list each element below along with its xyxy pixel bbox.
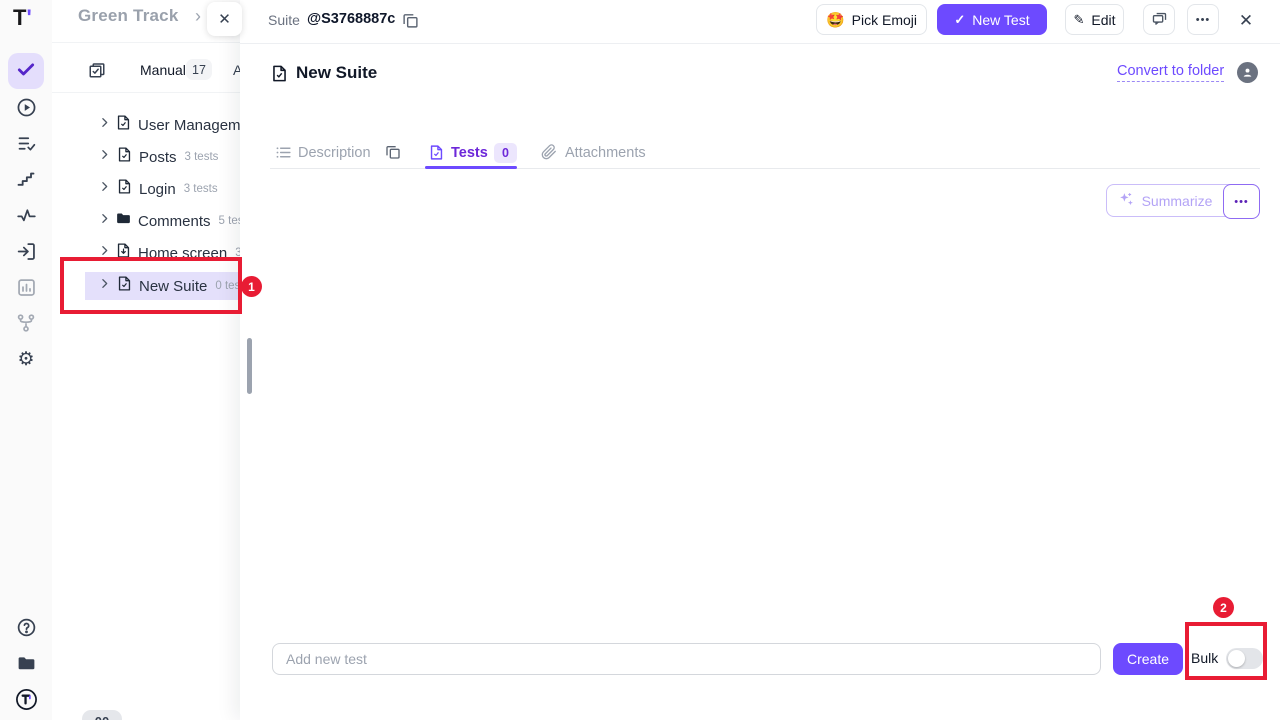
sparkles-icon [1118,191,1135,211]
help-icon [16,617,37,638]
suite-doc-icon [115,114,132,136]
tab-description[interactable]: Description [298,145,371,161]
suite-doc-icon [116,146,133,168]
stairs-icon [16,169,36,189]
divider [270,168,1260,169]
folder-icon [16,653,37,674]
manual-tests-icon [88,61,106,84]
nav-projects[interactable] [14,651,38,675]
tab-manual[interactable]: Manual [140,62,186,78]
tests-count-badge: 0 [494,143,517,163]
chevron-right-icon[interactable] [98,148,112,166]
suite-detail-modal: ✕ Suite @S3768887c 🤩 Pick Emoji ✓ New Te… [240,0,1280,720]
tab-tests[interactable]: Tests [451,145,488,161]
more-actions-button[interactable]: ••• [1187,4,1219,35]
nav-help[interactable] [14,615,38,639]
annotation-badge-2: 2 [1213,597,1234,618]
bar-chart-icon [16,277,37,298]
nav-plans[interactable] [14,131,38,155]
chat-bubbles-icon [1151,10,1168,30]
nav-steps[interactable] [14,167,38,191]
assignee-avatar[interactable] [1237,62,1258,83]
tree-item-comments[interactable]: Comments 5 tests [52,206,252,236]
nav-analytics[interactable] [14,203,38,227]
divider [52,92,252,93]
summarize-button-group: Summarize ••• [1106,184,1260,217]
chevron-right-icon[interactable] [98,212,111,230]
folder-icon [115,210,132,232]
annotation-box-1 [60,257,242,314]
modal-close-button[interactable]: ✕ [1236,11,1256,31]
annotation-box-2 [1185,622,1267,680]
panel-close-button[interactable]: ✕ [207,2,242,36]
summarize-more-button[interactable]: ••• [1223,184,1260,219]
tree-item-posts[interactable]: Posts 3 tests [52,142,252,172]
suite-doc-icon [116,178,133,200]
play-circle-icon [16,97,37,118]
project-title[interactable]: Green Track [78,6,178,26]
tab-attachments[interactable]: Attachments [565,145,646,161]
paperclip-icon [541,144,557,165]
check-icon: ✓ [954,12,965,28]
chevron-right-icon[interactable] [98,180,112,198]
nav-account[interactable] [14,687,38,711]
nav-tests-active[interactable] [8,53,44,89]
summarize-button[interactable]: Summarize [1107,185,1223,216]
app-root: T' ⚙ [0,0,1280,720]
copy-description-button[interactable] [385,144,401,165]
new-test-button[interactable]: ✓ New Test [937,4,1047,35]
convert-to-folder-link[interactable]: Convert to folder [1117,63,1224,82]
nav-branches[interactable] [14,311,38,335]
modal-header: Suite @S3768887c 🤩 Pick Emoji ✓ New Test… [240,0,1280,44]
gear-icon: ⚙ [17,350,34,369]
emoji-icon: 🤩 [826,11,845,29]
close-icon: ✕ [218,10,231,28]
edit-button[interactable]: ✎ Edit [1065,4,1124,35]
close-icon: ✕ [1239,11,1253,31]
chevron-right-icon[interactable] [98,116,111,134]
suite-tree-panel: Green Track › Manual 17 Automated User M… [52,0,252,720]
panel-resize-handle[interactable] [247,338,252,394]
tests-doc-icon [428,144,445,166]
comments-button[interactable] [1143,4,1175,35]
nav-reports[interactable] [14,275,38,299]
icon-rail: T' ⚙ [0,0,52,720]
pick-emoji-button[interactable]: 🤩 Pick Emoji [816,4,927,35]
log-in-icon [16,241,37,262]
list-check-icon [16,133,37,154]
git-branch-icon [16,313,36,333]
pulse-icon [16,205,37,226]
suite-id: @S3768887c [307,11,395,27]
app-logo[interactable]: T' [13,5,32,31]
tree-item-user-management[interactable]: User Management [52,110,252,140]
nav-runs[interactable] [14,95,38,119]
tree-item-login[interactable]: Login 3 tests [52,174,252,204]
create-button[interactable]: Create [1113,643,1183,675]
manual-count-badge: 17 [186,59,212,80]
suite-doc-icon [270,64,289,88]
copy-suite-id-button[interactable] [402,12,419,34]
chevron-right-icon: › [195,6,201,27]
active-tab-underline [425,166,517,169]
ellipsis-icon: ••• [1234,196,1249,208]
suite-title: New Suite [296,63,377,83]
description-list-icon [275,144,292,166]
suite-type-label: Suite [268,12,300,28]
add-test-input[interactable] [272,643,1101,675]
nav-settings[interactable]: ⚙ [14,347,38,371]
divider [52,42,252,43]
nav-import[interactable] [14,239,38,263]
ellipsis-icon: ••• [1196,14,1211,26]
bottom-badge: 00 [82,710,122,720]
pencil-icon: ✎ [1073,12,1084,28]
logo-circle-icon [15,688,38,711]
check-icon [16,59,36,84]
annotation-badge-1: 1 [241,276,262,297]
